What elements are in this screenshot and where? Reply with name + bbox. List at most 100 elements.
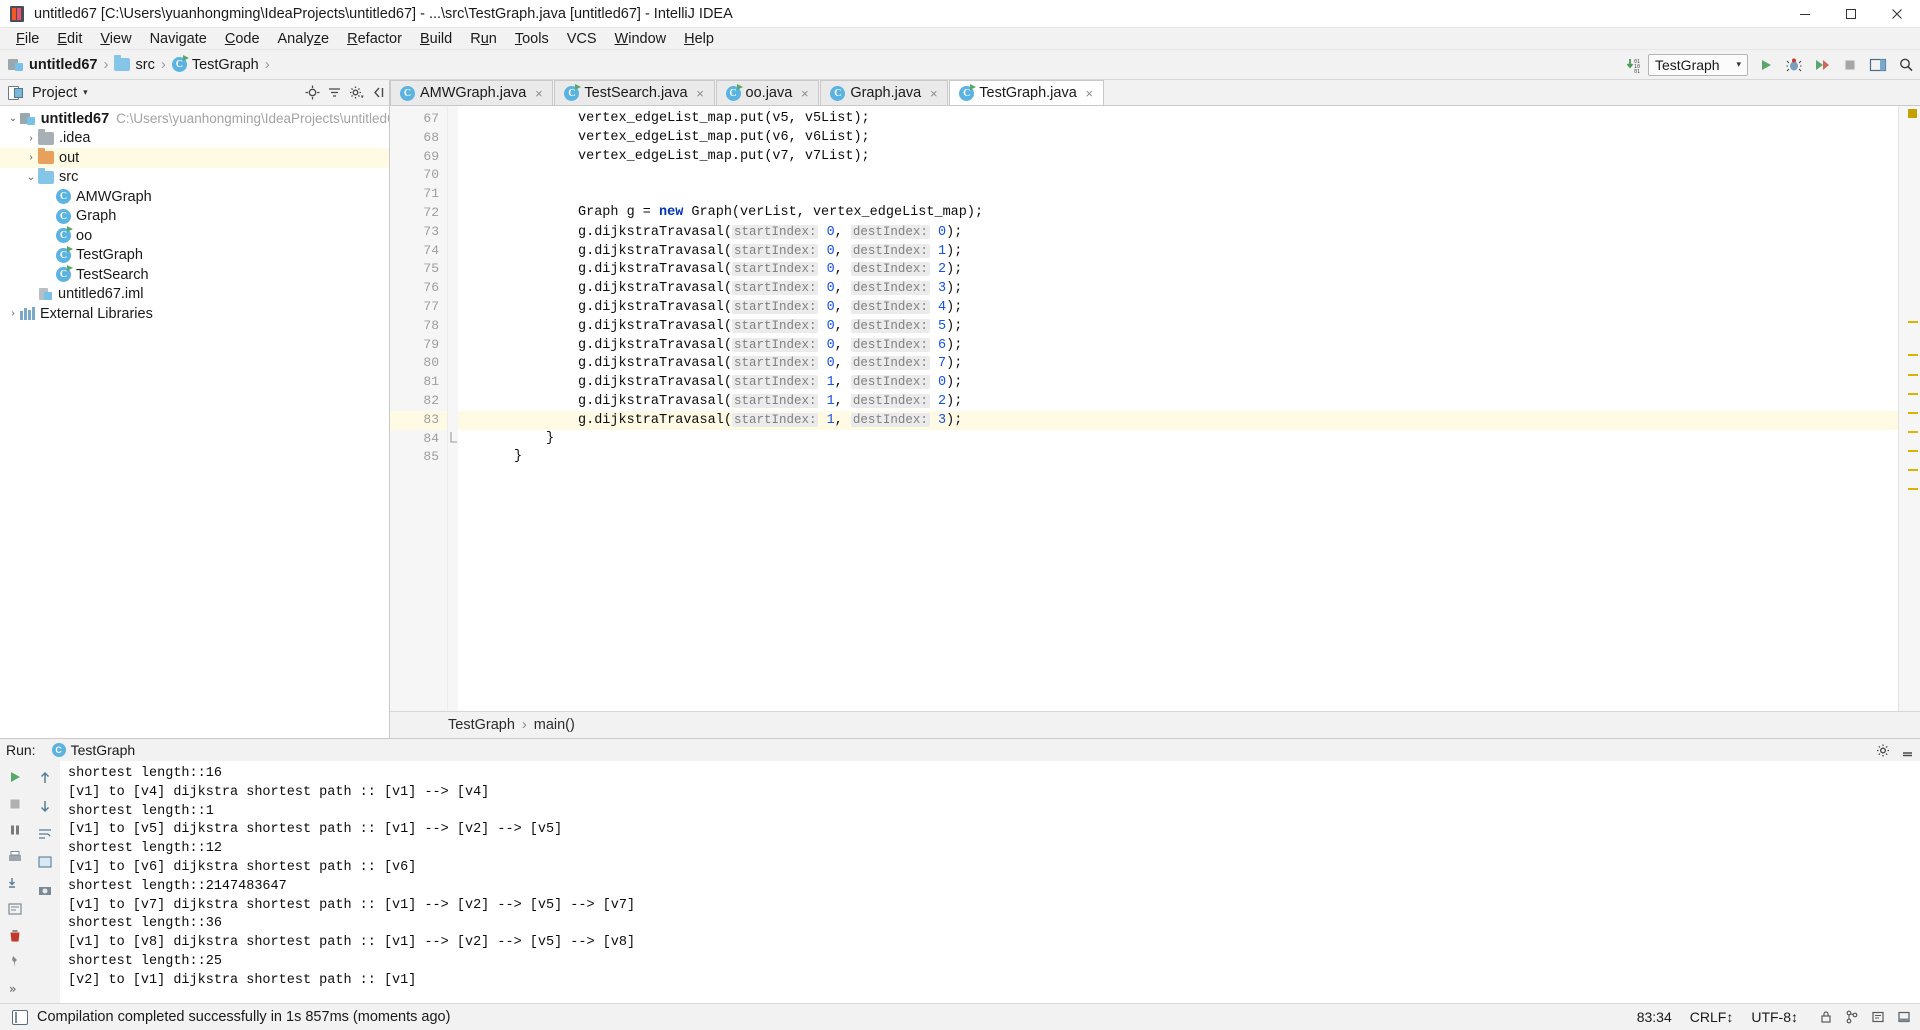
code-line[interactable]: g.dijkstraTravasal(startIndex: 0, destIn… — [458, 298, 1898, 317]
menu-run[interactable]: Run — [461, 29, 506, 49]
minimize-button[interactable] — [1782, 0, 1828, 28]
close-button[interactable] — [1874, 0, 1920, 28]
code-line[interactable]: g.dijkstraTravasal(startIndex: 0, destIn… — [458, 260, 1898, 279]
hide-panel-icon[interactable] — [1896, 740, 1918, 760]
run-with-coverage-button[interactable] — [1808, 52, 1836, 78]
warning-stripe[interactable] — [1908, 412, 1918, 414]
soft-wrap-icon[interactable] — [32, 821, 58, 847]
scroll-up-icon[interactable] — [32, 765, 58, 791]
code-line[interactable]: } — [458, 448, 1898, 467]
wrap-icon[interactable] — [2, 897, 28, 921]
menu-view[interactable]: View — [91, 29, 140, 49]
editor-tab-oo-java[interactable]: Coo.java × — [715, 80, 820, 105]
warning-stripe[interactable] — [1908, 321, 1918, 323]
code-line[interactable]: g.dijkstraTravasal(startIndex: 0, destIn… — [458, 354, 1898, 373]
breadcrumb-class-name[interactable]: TestGraph — [448, 717, 515, 733]
breadcrumb-class[interactable]: C TestGraph — [170, 53, 261, 77]
fold-marker[interactable] — [448, 430, 458, 449]
close-icon[interactable]: × — [1084, 86, 1095, 101]
code-line[interactable]: vertex_edgeList_map.put(v5, v5List); — [458, 110, 1898, 129]
stop-icon[interactable] — [2, 791, 28, 815]
code-line[interactable]: Graph g = new Graph(verList, vertex_edge… — [458, 204, 1898, 223]
expand-arrow-icon[interactable]: › — [24, 152, 38, 163]
lock-icon[interactable] — [1816, 1007, 1836, 1027]
tree-row[interactable]: › External Libraries — [0, 304, 389, 324]
breadcrumb-src[interactable]: src — [112, 53, 156, 77]
editor-tab-Graph-java[interactable]: C Graph.java × — [820, 80, 949, 105]
expand-arrow-icon[interactable]: ⌄ — [24, 172, 38, 183]
menu-code[interactable]: Code — [216, 29, 269, 49]
run-configuration-selector[interactable]: TestGraph ▾ — [1648, 53, 1748, 76]
warning-stripe[interactable] — [1908, 450, 1918, 452]
code-line[interactable]: vertex_edgeList_map.put(v6, v6List); — [458, 129, 1898, 148]
warning-stripe[interactable] — [1908, 354, 1918, 356]
compile-icon[interactable]: 01 10 01 — [1620, 52, 1648, 78]
code-line[interactable]: g.dijkstraTravasal(startIndex: 1, destIn… — [458, 373, 1898, 392]
tree-row[interactable]: › out — [0, 148, 389, 168]
search-icon[interactable] — [1892, 52, 1920, 78]
menu-window[interactable]: Window — [606, 29, 676, 49]
pin-icon[interactable] — [2, 950, 28, 974]
scroll-down-icon[interactable] — [32, 793, 58, 819]
expand-arrow-icon[interactable]: › — [24, 133, 38, 144]
close-icon[interactable]: × — [533, 86, 544, 101]
code-line[interactable]: g.dijkstraTravasal(startIndex: 0, destIn… — [458, 317, 1898, 336]
breadcrumb-method-name[interactable]: main() — [534, 717, 575, 733]
pause-icon[interactable] — [2, 818, 28, 842]
run-button[interactable] — [1752, 52, 1780, 78]
editor-tab-TestGraph-java[interactable]: C TestGraph.java × — [949, 80, 1104, 105]
collapse-all-icon[interactable] — [323, 82, 345, 104]
code-line[interactable] — [458, 185, 1898, 204]
code-line[interactable]: g.dijkstraTravasal(startIndex: 0, destIn… — [458, 336, 1898, 355]
close-icon[interactable]: × — [799, 86, 810, 101]
code-line[interactable]: g.dijkstraTravasal(startIndex: 1, destIn… — [458, 410, 1898, 430]
warning-stripe[interactable] — [1908, 469, 1918, 471]
fold-gutter[interactable] — [448, 106, 458, 711]
gear-icon[interactable] — [1872, 740, 1894, 760]
menu-refactor[interactable]: Refactor — [338, 29, 411, 49]
code-area[interactable]: vertex_edgeList_map.put(v5, v5List); vert… — [458, 106, 1898, 711]
locate-icon[interactable] — [301, 82, 323, 104]
warning-stripe[interactable] — [1908, 393, 1918, 395]
event-log-icon[interactable] — [1868, 1007, 1888, 1027]
debug-button[interactable] — [1780, 52, 1808, 78]
project-tree[interactable]: ⌄ untitled67 C:\Users\yuanhongming\IdeaPro… — [0, 106, 389, 738]
gear-icon[interactable] — [345, 82, 367, 104]
console-output[interactable]: shortest length::16 [v1] to [v4] dijkstra… — [60, 761, 1920, 1003]
menu-edit[interactable]: Edit — [48, 29, 91, 49]
more-icon[interactable]: » — [2, 977, 28, 1001]
file-encoding[interactable]: UTF-8↕ — [1751, 1009, 1798, 1025]
code-line[interactable]: g.dijkstraTravasal(startIndex: 0, destIn… — [458, 242, 1898, 261]
stop-button[interactable] — [1836, 52, 1864, 78]
branch-icon[interactable] — [1842, 1007, 1862, 1027]
tree-row[interactable]: C AMWGraph — [0, 187, 389, 207]
chevron-down-icon[interactable]: ▾ — [83, 87, 88, 98]
rerun-icon[interactable] — [2, 765, 28, 789]
editor-tab-TestSearch-java[interactable]: C TestSearch.java × — [554, 80, 715, 105]
tree-row[interactable]: untitled67.iml — [0, 285, 389, 305]
menu-analyze[interactable]: Analyze — [269, 29, 339, 49]
tree-row[interactable]: C TestGraph — [0, 245, 389, 266]
export-icon[interactable] — [2, 871, 28, 895]
expand-arrow-icon[interactable]: ⌄ — [6, 113, 20, 124]
warning-stripe[interactable] — [1908, 488, 1918, 490]
print-icon[interactable] — [2, 844, 28, 868]
tree-row[interactable]: C TestSearch — [0, 265, 389, 285]
camera-icon[interactable] — [32, 877, 58, 903]
line-separator[interactable]: CRLF↕ — [1690, 1009, 1734, 1025]
tree-row[interactable]: › .idea — [0, 128, 389, 149]
hide-icon[interactable] — [1894, 1007, 1914, 1027]
trash-icon[interactable] — [2, 924, 28, 948]
hide-panel-icon[interactable] — [367, 82, 389, 104]
tree-row[interactable]: C Graph — [0, 207, 389, 227]
menu-navigate[interactable]: Navigate — [141, 29, 216, 49]
layout-button[interactable] — [1864, 52, 1892, 78]
code-line[interactable]: vertex_edgeList_map.put(v7, v7List); — [458, 148, 1898, 167]
code-line[interactable] — [458, 166, 1898, 185]
breadcrumb-project[interactable]: untitled67 — [6, 53, 99, 77]
editor-tab-AMWGraph-java[interactable]: C AMWGraph.java × — [390, 80, 554, 105]
warning-stripe[interactable] — [1908, 374, 1918, 376]
close-icon[interactable]: × — [928, 86, 939, 101]
tree-row[interactable]: ⌄ src — [0, 167, 389, 188]
run-tab-testgraph[interactable]: C TestGraph — [51, 742, 135, 758]
